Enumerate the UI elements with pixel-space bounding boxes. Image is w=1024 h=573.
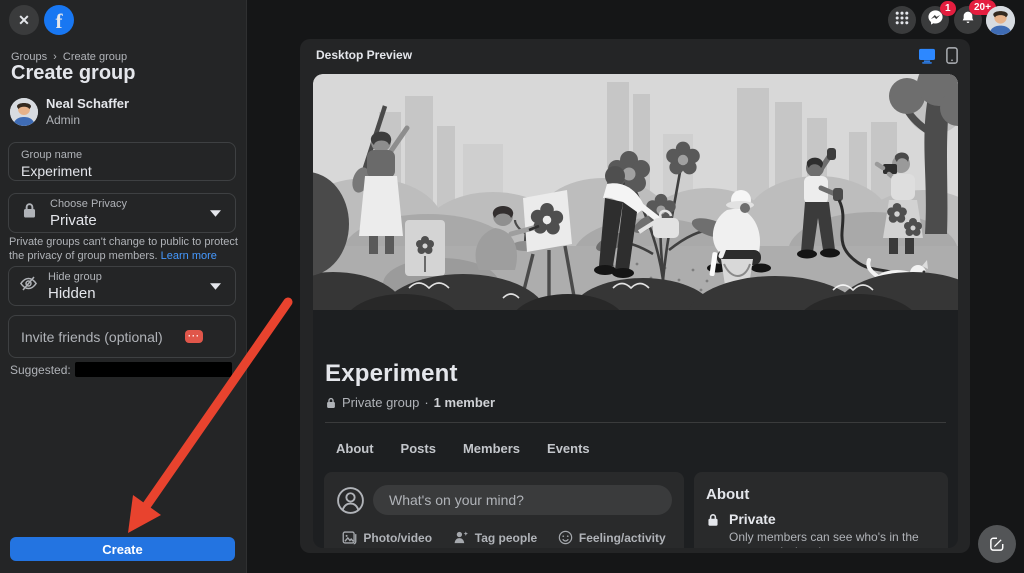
suggested-label: Suggested: [10, 362, 71, 377]
learn-more-link[interactable]: Learn more [161, 250, 217, 262]
tag-people-label: Tag people [474, 530, 538, 545]
mobile-view-button[interactable] [946, 47, 958, 64]
group-name-field[interactable]: Group name Experiment [8, 142, 236, 181]
profile-avatar-button[interactable] [986, 6, 1015, 35]
group-title: Experiment [325, 360, 458, 387]
privacy-dropdown[interactable]: Choose Privacy Private [8, 193, 236, 233]
tab-members[interactable]: Members [463, 434, 520, 463]
tag-person-icon [454, 531, 468, 544]
profile-avatar-image [986, 6, 1015, 35]
device-toggle [918, 47, 958, 64]
hide-group-dropdown[interactable]: Hide group Hidden [8, 266, 236, 306]
divider [325, 422, 946, 423]
create-group-sidebar: ✕ f Groups › Create group Create group N… [0, 0, 247, 573]
chevron-down-icon [210, 277, 221, 295]
grid-icon [894, 10, 910, 31]
edit-button[interactable] [978, 525, 1016, 563]
group-meta: Private group · 1 member [325, 395, 495, 410]
phone-icon [946, 47, 958, 64]
composer-actions: Photo/video Tag people Feeling/activity [332, 526, 676, 548]
group-cover-illustration [313, 74, 958, 310]
hide-group-value: Hidden [48, 284, 96, 302]
close-button[interactable]: ✕ [9, 5, 39, 35]
tag-people-button[interactable]: Tag people [451, 526, 539, 548]
feeling-activity-button[interactable]: Feeling/activity [556, 526, 668, 548]
about-card-title: About [706, 486, 750, 503]
redaction-chip-icon: ··· [185, 330, 203, 343]
group-cover [313, 74, 958, 310]
desktop-preview-panel: Desktop Preview Experiment Private group… [300, 39, 970, 553]
group-name-label: Group name [21, 149, 83, 161]
photo-video-label: Photo/video [363, 530, 433, 545]
meta-separator: · [424, 395, 429, 410]
facebook-f-icon: f [55, 9, 63, 33]
suggested-more: .. [234, 364, 240, 375]
hide-group-label: Hide group [48, 270, 102, 283]
group-privacy-text: Private group [342, 395, 420, 410]
lock-icon [325, 397, 337, 409]
admin-user-row: Neal Schaffer Admin [10, 96, 129, 127]
privacy-label: Choose Privacy [50, 197, 128, 210]
about-privacy-title: Private [729, 511, 776, 527]
page-title: Create group [11, 62, 136, 84]
post-composer: What's on your mind? Photo/video Tag peo… [324, 472, 684, 548]
feeling-activity-label: Feeling/activity [578, 530, 666, 545]
suggested-row: Suggested: .. [10, 362, 240, 377]
about-privacy-desc: Only members can see who's in the group … [729, 530, 919, 548]
about-privacy-row: Private Only members can see who's in th… [706, 511, 919, 548]
desktop-view-button[interactable] [918, 48, 936, 64]
pencil-square-icon [988, 535, 1006, 553]
composer-input[interactable]: What's on your mind? [373, 485, 672, 515]
apps-menu-button[interactable] [888, 6, 916, 34]
smiley-icon [558, 530, 573, 545]
redacted-suggestion [74, 362, 233, 377]
group-page-preview: Experiment Private group · 1 member Abou… [313, 74, 958, 548]
eye-slash-icon [19, 274, 38, 298]
tab-posts[interactable]: Posts [401, 434, 436, 463]
admin-name: Neal Schaffer [46, 96, 130, 111]
lock-icon [706, 513, 720, 548]
privacy-helper-text: Private groups can't change to public to… [9, 236, 239, 263]
invite-friends-input[interactable] [21, 328, 171, 345]
admin-avatar [10, 97, 38, 126]
invite-friends-field[interactable]: ··· [8, 315, 236, 358]
privacy-value: Private [50, 211, 97, 229]
about-card: About Private Only members can see who's… [694, 472, 948, 548]
person-circle-icon [336, 486, 365, 515]
photo-video-button[interactable]: Photo/video [340, 526, 434, 548]
close-icon: ✕ [18, 11, 30, 28]
monitor-icon [919, 48, 935, 64]
preview-header-label: Desktop Preview [316, 48, 413, 62]
create-button[interactable]: Create [10, 537, 235, 561]
group-member-count: 1 member [433, 395, 496, 410]
group-tabs: About Posts Members Events [336, 434, 590, 463]
lock-icon [21, 202, 38, 224]
photo-icon [342, 531, 357, 545]
messenger-badge: 1 [940, 1, 956, 16]
group-name-value[interactable]: Experiment [21, 163, 223, 179]
tab-events[interactable]: Events [547, 434, 590, 463]
avatar-image [10, 97, 38, 126]
create-group-screen: ✕ f Groups › Create group Create group N… [0, 0, 1024, 573]
facebook-logo[interactable]: f [44, 5, 74, 35]
admin-role: Admin [46, 113, 81, 127]
tab-about[interactable]: About [336, 434, 374, 463]
chevron-down-icon [210, 204, 221, 222]
